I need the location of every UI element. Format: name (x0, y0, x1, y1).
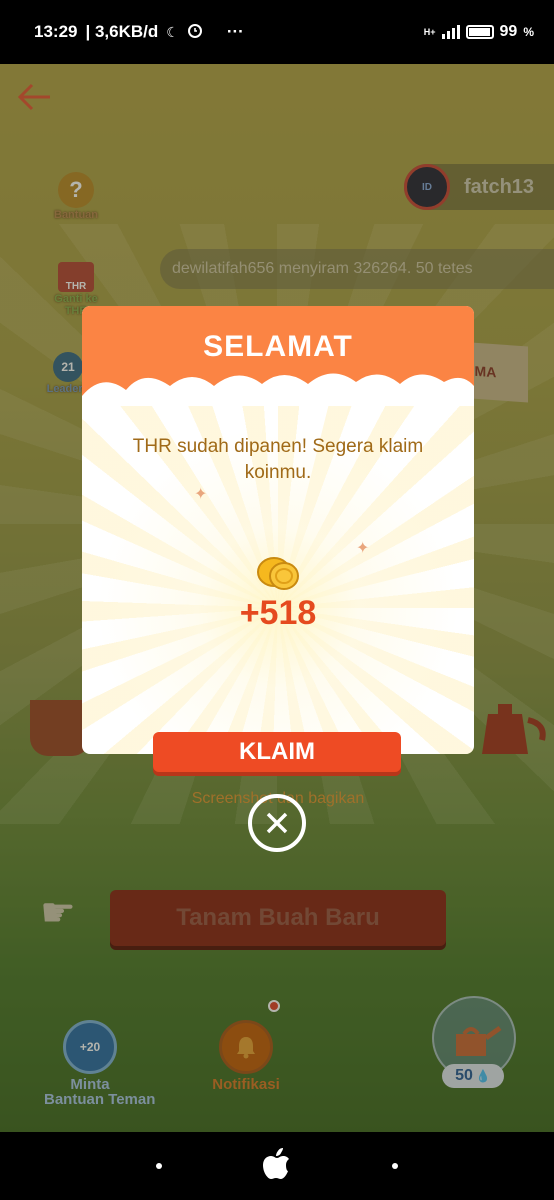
status-bar: 13:29 | 3,6KB/d ☾ ··· H+ 99 % (0, 0, 554, 64)
more-icon: ··· (226, 22, 244, 41)
dialog-message: THR sudah dipanen! Segera klaim koinmu. (132, 436, 424, 483)
nav-back-dot[interactable] (392, 1163, 398, 1169)
battery-level: 99 (499, 23, 518, 40)
battery-unit: % (523, 25, 534, 39)
dialog-title: SELAMAT (203, 330, 353, 363)
network-type: H+ (423, 27, 436, 37)
battery-icon (465, 25, 494, 39)
alarm-icon (187, 22, 203, 43)
moon-icon: ☾ (166, 23, 179, 40)
network-speed: | 3,6KB/d (85, 22, 159, 41)
reward-amount: +518 (239, 594, 317, 632)
claim-button-label: KLAIM (153, 732, 401, 772)
apple-icon[interactable] (262, 1147, 292, 1186)
system-nav-bar (0, 1132, 554, 1200)
nav-recent-dot[interactable] (156, 1163, 162, 1169)
reward-dialog: SELAMAT ✦ ✦ THR sudah dipanen! Segera kl… (82, 306, 474, 754)
sparkle-icon: ✦ (356, 540, 370, 557)
clock: 13:29 (34, 22, 78, 41)
signal-icon (441, 25, 460, 39)
sparkle-icon: ✦ (194, 486, 208, 503)
coins-icon (254, 552, 302, 592)
claim-button-layer[interactable]: KLAIM (153, 732, 401, 776)
close-icon[interactable] (248, 794, 306, 852)
